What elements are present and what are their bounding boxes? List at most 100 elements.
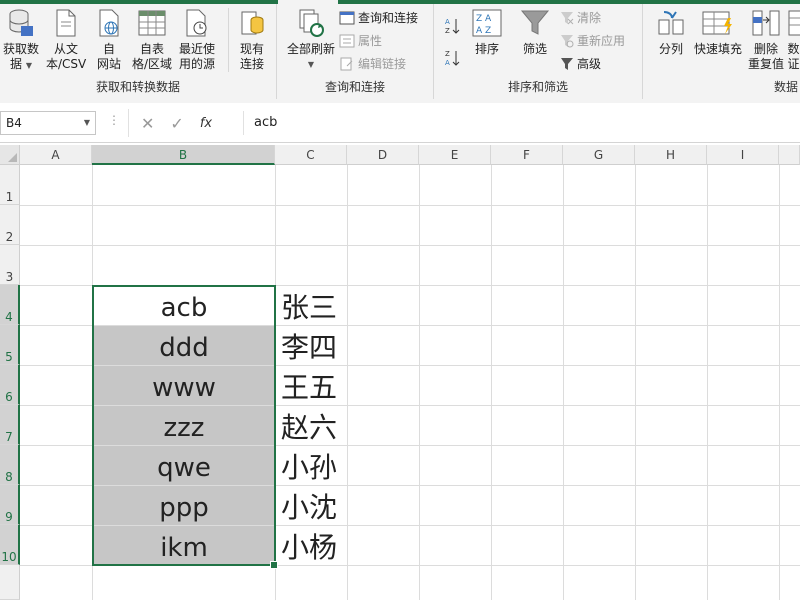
- cell-b6[interactable]: www: [93, 366, 275, 405]
- edit-links-button[interactable]: 编辑链接: [339, 54, 406, 74]
- cell-c7[interactable]: 赵六: [276, 406, 376, 445]
- row-number: 6: [5, 390, 13, 404]
- refresh-all-button[interactable]: 全部刷新 ▼: [285, 8, 337, 72]
- formula-bar-splitter-icon[interactable]: ⋮: [108, 113, 120, 127]
- filter-funnel-icon: [520, 10, 550, 35]
- row-header-10[interactable]: 10: [0, 525, 20, 565]
- filter-label: 筛选: [522, 42, 547, 56]
- data-validation-label: 数: [787, 42, 800, 56]
- remove-duplicates-button[interactable]: 删除 重复值: [747, 8, 785, 72]
- row-header-9[interactable]: 9: [0, 485, 20, 525]
- column-header-a[interactable]: A: [20, 145, 92, 165]
- get-data-label: 获取数: [2, 42, 39, 56]
- get-data-button[interactable]: 获取数 据 ▼: [2, 8, 40, 73]
- column-header-e[interactable]: E: [419, 145, 491, 165]
- reapply-button[interactable]: 重新应用: [560, 31, 625, 51]
- column-header-c[interactable]: C: [275, 145, 347, 165]
- from-web-label: 自: [102, 42, 115, 56]
- row-number: 2: [5, 230, 14, 244]
- edit-links-label: 编辑链接: [358, 57, 407, 71]
- cell-c8[interactable]: 小孙: [276, 446, 376, 485]
- cell-c4[interactable]: 张三: [276, 286, 376, 325]
- recent-sources-button[interactable]: 最近使 用的源: [176, 8, 218, 72]
- column-header-b[interactable]: B: [92, 145, 275, 165]
- worksheet-grid[interactable]: A B C D E F G H I 1 2 3 4 5 6 7 8 9 10 a…: [0, 145, 800, 600]
- from-web-label-2: 网站: [96, 57, 121, 71]
- table-icon: [138, 10, 166, 36]
- row-header-7[interactable]: 7: [0, 405, 20, 445]
- cell-c5[interactable]: 李四: [276, 326, 376, 365]
- clear-filter-button[interactable]: 清除: [560, 8, 601, 28]
- remove-duplicates-icon: [752, 10, 780, 36]
- select-all-button[interactable]: [0, 145, 20, 165]
- from-web-button[interactable]: 自 网站: [92, 8, 126, 72]
- properties-label: 属性: [358, 34, 383, 48]
- sort-descending-button[interactable]: Z A: [444, 48, 462, 68]
- row-header-2[interactable]: 2: [0, 205, 20, 245]
- name-box[interactable]: B4 ▼: [0, 111, 96, 135]
- sort-button[interactable]: Z A A Z 排序: [470, 8, 504, 57]
- group-label-queries: 查询和连接: [324, 80, 385, 94]
- cell-b5[interactable]: ddd: [93, 326, 275, 365]
- existing-connections-button[interactable]: 现有 连接: [228, 8, 271, 72]
- sort-dialog-icon: Z A A Z: [472, 9, 502, 37]
- svg-text:Z: Z: [445, 50, 450, 58]
- cell-c6[interactable]: 王五: [276, 366, 376, 405]
- cell-c9[interactable]: 小沈: [276, 486, 376, 525]
- row-header-6[interactable]: 6: [0, 365, 20, 405]
- chevron-down-icon[interactable]: ▼: [84, 112, 90, 134]
- flash-fill-button[interactable]: 快速填充: [693, 8, 743, 57]
- gridline: [779, 165, 780, 600]
- filter-button[interactable]: 筛选: [518, 8, 552, 57]
- cell-b7[interactable]: zzz: [93, 406, 275, 445]
- queries-icon: [339, 11, 355, 25]
- column-header-i[interactable]: I: [707, 145, 779, 165]
- text-to-columns-button[interactable]: 分列: [653, 8, 689, 57]
- from-table-button[interactable]: 自表 格/区域: [130, 8, 174, 72]
- column-header-f[interactable]: F: [491, 145, 563, 165]
- row-number: 7: [5, 430, 13, 444]
- group-sort-filter: A Z Z A Z A A Z 排序 筛选 清除 重新应用 高级 排序和筛选: [434, 4, 643, 99]
- from-table-label-2: 格/区域: [131, 57, 173, 71]
- cell-b9[interactable]: ppp: [93, 486, 275, 525]
- svg-text:A: A: [445, 59, 450, 67]
- svg-text:A Z: A Z: [476, 26, 491, 36]
- gridline: [20, 565, 800, 566]
- properties-button[interactable]: 属性: [339, 31, 382, 51]
- row-number: 1: [5, 190, 14, 204]
- advanced-filter-button[interactable]: 高级: [560, 54, 601, 74]
- group-data-tools: 分列 快速填充 删除 重复值 数 证 数据: [643, 4, 800, 99]
- queries-connections-button[interactable]: 查询和连接: [339, 8, 418, 28]
- row-header-3[interactable]: 3: [0, 245, 20, 285]
- cell-b4[interactable]: acb: [93, 286, 275, 325]
- recent-label-2: 用的源: [178, 57, 215, 71]
- fill-handle[interactable]: [270, 561, 278, 569]
- row-header-8[interactable]: 8: [0, 445, 20, 485]
- remove-dup-label-2: 重复值: [747, 57, 784, 71]
- from-text-csv-button[interactable]: 从文 本/CSV: [46, 8, 86, 72]
- column-header-g[interactable]: G: [563, 145, 635, 165]
- row-header-5[interactable]: 5: [0, 325, 20, 365]
- cell-c10[interactable]: 小杨: [276, 526, 376, 565]
- column-header-h[interactable]: H: [635, 145, 707, 165]
- sort-ascending-button[interactable]: A Z: [444, 16, 462, 36]
- row-header-11[interactable]: [0, 565, 20, 600]
- data-validation-icon: [788, 10, 800, 36]
- refresh-all-label: 全部刷新: [286, 42, 335, 56]
- data-validation-button[interactable]: 数 证: [787, 8, 800, 72]
- formula-input[interactable]: acb: [243, 111, 800, 135]
- cancel-icon[interactable]: ✕: [141, 114, 154, 133]
- insert-function-button[interactable]: fx: [200, 116, 212, 131]
- web-file-icon: [99, 9, 119, 37]
- sort-az-icon: A Z: [445, 18, 460, 35]
- row-number: 4: [5, 310, 13, 324]
- gridline: [707, 165, 708, 600]
- sort-za-icon: Z A: [445, 50, 460, 67]
- cell-b10[interactable]: ikm: [93, 526, 275, 565]
- column-header-d[interactable]: D: [347, 145, 419, 165]
- column-header-overflow[interactable]: [779, 145, 800, 165]
- row-header-4[interactable]: 4: [0, 285, 20, 325]
- cell-b8[interactable]: qwe: [93, 446, 275, 485]
- row-header-1[interactable]: 1: [0, 165, 20, 205]
- enter-check-icon[interactable]: ✓: [170, 114, 183, 133]
